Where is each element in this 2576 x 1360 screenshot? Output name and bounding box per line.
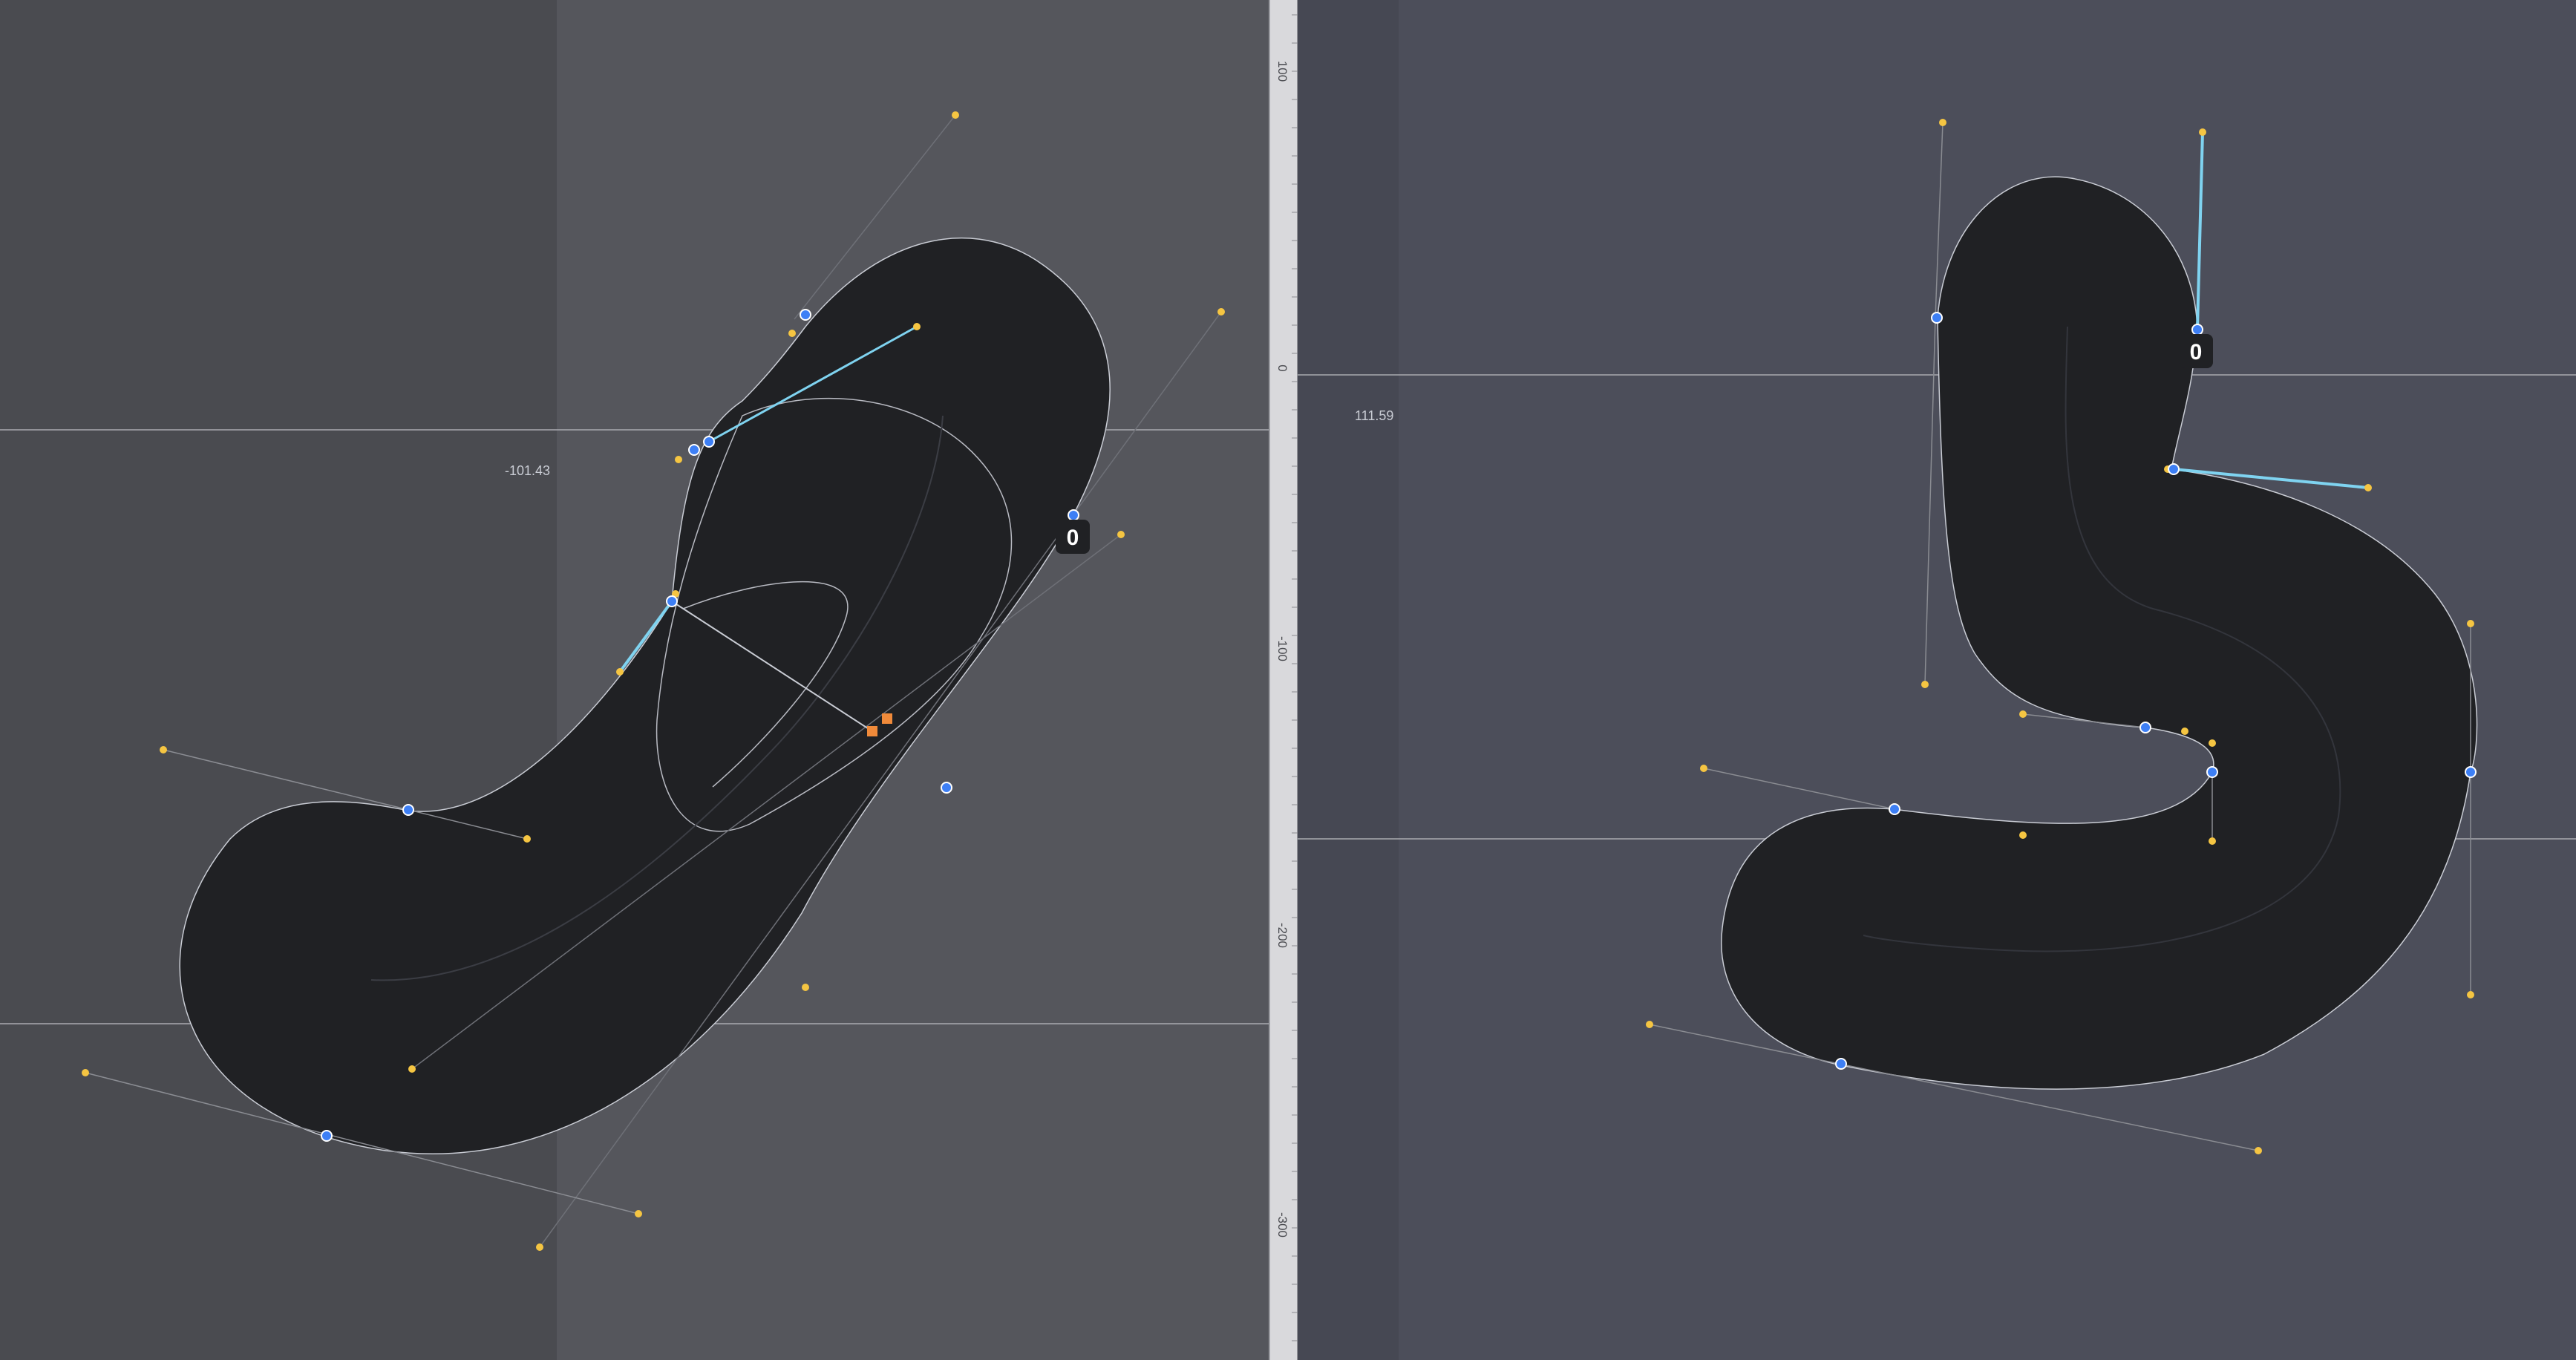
ruler-tick-label: -100 — [1275, 636, 1289, 661]
editor-canvas-svg[interactable]: -101.43 0 100 0 -100 -200 -300 111.59 0 — [0, 0, 2576, 1360]
offcurve-point[interactable] — [913, 323, 921, 330]
ruler-tick-label: 0 — [1275, 364, 1289, 371]
offcurve-point[interactable] — [2199, 128, 2206, 136]
offcurve-point[interactable] — [802, 984, 809, 991]
svg-text:0: 0 — [2190, 340, 2203, 364]
offcurve-point[interactable] — [635, 1210, 642, 1217]
vertical-ruler[interactable]: 100 0 -100 -200 -300 — [1269, 0, 1298, 1360]
left-sidebearing-area — [0, 0, 557, 1360]
offcurve-point[interactable] — [523, 835, 531, 843]
ruler-tick-label: -200 — [1275, 923, 1289, 948]
oncurve-point[interactable] — [1931, 312, 1943, 324]
offcurve-point[interactable] — [160, 746, 167, 753]
oncurve-point[interactable] — [1068, 509, 1079, 521]
left-glyph-panel[interactable]: -101.43 0 — [0, 0, 1269, 1360]
right-measurement-label: 111.59 — [1355, 408, 1393, 423]
oncurve-point[interactable] — [941, 782, 952, 794]
ruler-background — [1269, 0, 1298, 1360]
offcurve-point[interactable] — [675, 456, 682, 463]
offcurve-point[interactable] — [2209, 739, 2216, 747]
offcurve-point[interactable] — [2467, 620, 2474, 627]
oncurve-point[interactable] — [1835, 1058, 1847, 1070]
right-sidebearing-area — [1298, 0, 1399, 1360]
offcurve-point[interactable] — [788, 330, 796, 337]
offcurve-point[interactable] — [2019, 831, 2027, 839]
oncurve-point[interactable] — [2139, 722, 2151, 733]
offcurve-point[interactable] — [1117, 531, 1125, 538]
oncurve-point[interactable] — [1889, 803, 1900, 815]
oncurve-point[interactable] — [688, 444, 700, 456]
right-glyph-panel[interactable]: 111.59 0 — [1298, 0, 2576, 1360]
oncurve-point[interactable] — [666, 595, 678, 607]
offcurve-point[interactable] — [82, 1069, 89, 1076]
ruler-tick-label: 100 — [1275, 61, 1289, 82]
ruler-tick-label: -300 — [1275, 1212, 1289, 1238]
offcurve-point[interactable] — [1939, 119, 1946, 126]
offcurve-point[interactable] — [2209, 837, 2216, 845]
offcurve-point[interactable] — [2019, 710, 2027, 718]
oncurve-point[interactable] — [2168, 463, 2180, 475]
left-point-number-badge: 0 — [1056, 520, 1090, 554]
anchor-marker[interactable] — [867, 726, 877, 736]
offcurve-point[interactable] — [1921, 681, 1929, 688]
oncurve-point[interactable] — [2206, 766, 2218, 778]
oncurve-point[interactable] — [800, 309, 811, 321]
offcurve-point[interactable] — [2467, 991, 2474, 998]
oncurve-point[interactable] — [2191, 324, 2203, 336]
offcurve-point[interactable] — [2181, 728, 2188, 735]
offcurve-point[interactable] — [1646, 1021, 1653, 1028]
offcurve-point[interactable] — [1217, 308, 1225, 316]
anchor-marker[interactable] — [882, 713, 892, 724]
right-point-number-badge: 0 — [2179, 334, 2213, 368]
offcurve-point[interactable] — [2364, 484, 2372, 491]
oncurve-point[interactable] — [321, 1130, 333, 1142]
offcurve-point[interactable] — [536, 1243, 543, 1251]
offcurve-point[interactable] — [2255, 1147, 2262, 1154]
offcurve-point[interactable] — [1700, 765, 1707, 772]
offcurve-point[interactable] — [952, 111, 959, 119]
oncurve-point[interactable] — [703, 436, 715, 448]
offcurve-point[interactable] — [616, 668, 624, 676]
left-measurement-label: -101.43 — [505, 463, 550, 478]
offcurve-point[interactable] — [408, 1065, 416, 1073]
oncurve-point[interactable] — [2465, 766, 2477, 778]
glyph-editor-workspace: -101.43 0 100 0 -100 -200 -300 111.59 0 — [0, 0, 2576, 1360]
oncurve-point[interactable] — [402, 804, 414, 816]
svg-text:0: 0 — [1067, 526, 1079, 550]
